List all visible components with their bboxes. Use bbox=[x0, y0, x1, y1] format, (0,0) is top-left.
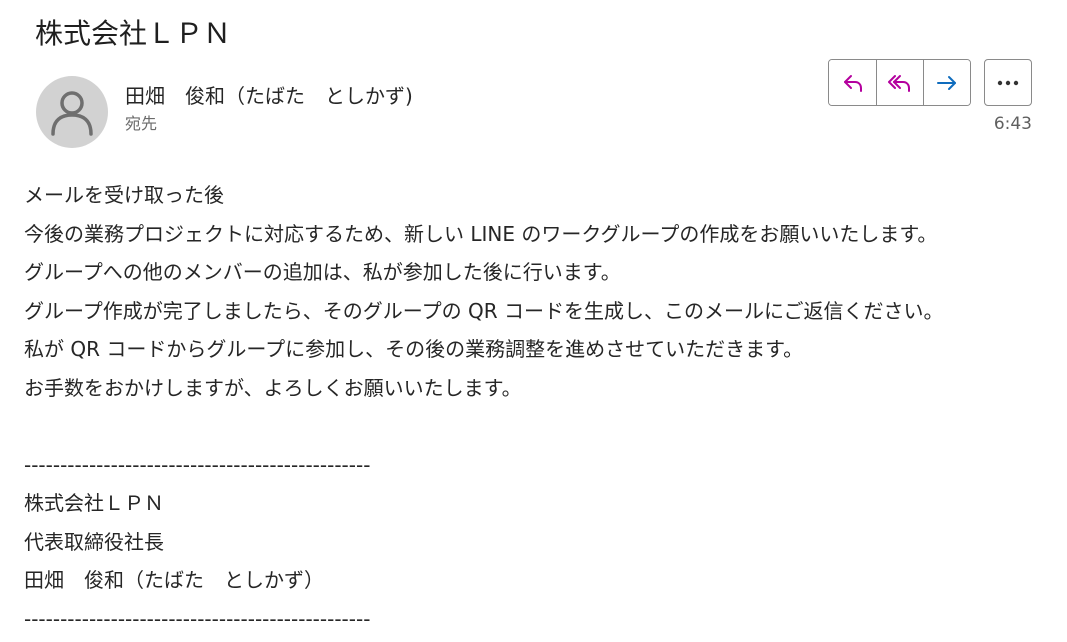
body-line: メールを受け取った後 bbox=[24, 183, 224, 207]
signature-separator-bottom: ----------------------------------------… bbox=[24, 606, 371, 631]
more-actions-button[interactable] bbox=[984, 59, 1032, 106]
recipient-label[interactable]: 宛先 bbox=[125, 113, 157, 135]
message-actions bbox=[828, 59, 971, 106]
signature-company: 株式会社ＬＰＮ bbox=[24, 491, 164, 515]
signature-title: 代表取締役社長 bbox=[24, 529, 164, 554]
email-body: メールを受け取った後 今後の業務プロジェクトに対応するため、新しい LINE の… bbox=[24, 176, 1049, 638]
received-time: 6:43 bbox=[993, 114, 1032, 134]
signature-name: 田畑 俊和（たばた としかず） bbox=[24, 568, 324, 592]
body-line: グループ作成が完了しましたら、そのグループの QR コードを生成し、このメールに… bbox=[24, 298, 944, 323]
forward-icon bbox=[937, 75, 956, 90]
forward-button[interactable] bbox=[923, 60, 970, 105]
body-line: 私が QR コードからグループに参加し、その後の業務調整を進めさせていただきます… bbox=[24, 337, 804, 361]
body-line: お手数をおかけしますが、よろしくお願いいたします。 bbox=[24, 375, 522, 400]
reply-icon bbox=[843, 74, 862, 92]
person-icon bbox=[51, 91, 93, 136]
signature-separator-top: ----------------------------------------… bbox=[24, 452, 371, 477]
reply-button[interactable] bbox=[829, 60, 876, 105]
body-line: グループへの他のメンバーの追加は、私が参加した後に行います。 bbox=[24, 260, 621, 284]
email-subject: 株式会社ＬＰＮ bbox=[35, 17, 232, 50]
body-line: 今後の業務プロジェクトに対応するため、新しい LINE のワークグループの作成を… bbox=[24, 221, 938, 246]
avatar[interactable] bbox=[36, 76, 108, 148]
reply-all-button[interactable] bbox=[876, 60, 923, 105]
sender-name[interactable]: 田畑 俊和（たばた としかず) bbox=[125, 82, 413, 110]
reply-all-icon bbox=[888, 74, 910, 92]
more-icon bbox=[997, 80, 1019, 85]
